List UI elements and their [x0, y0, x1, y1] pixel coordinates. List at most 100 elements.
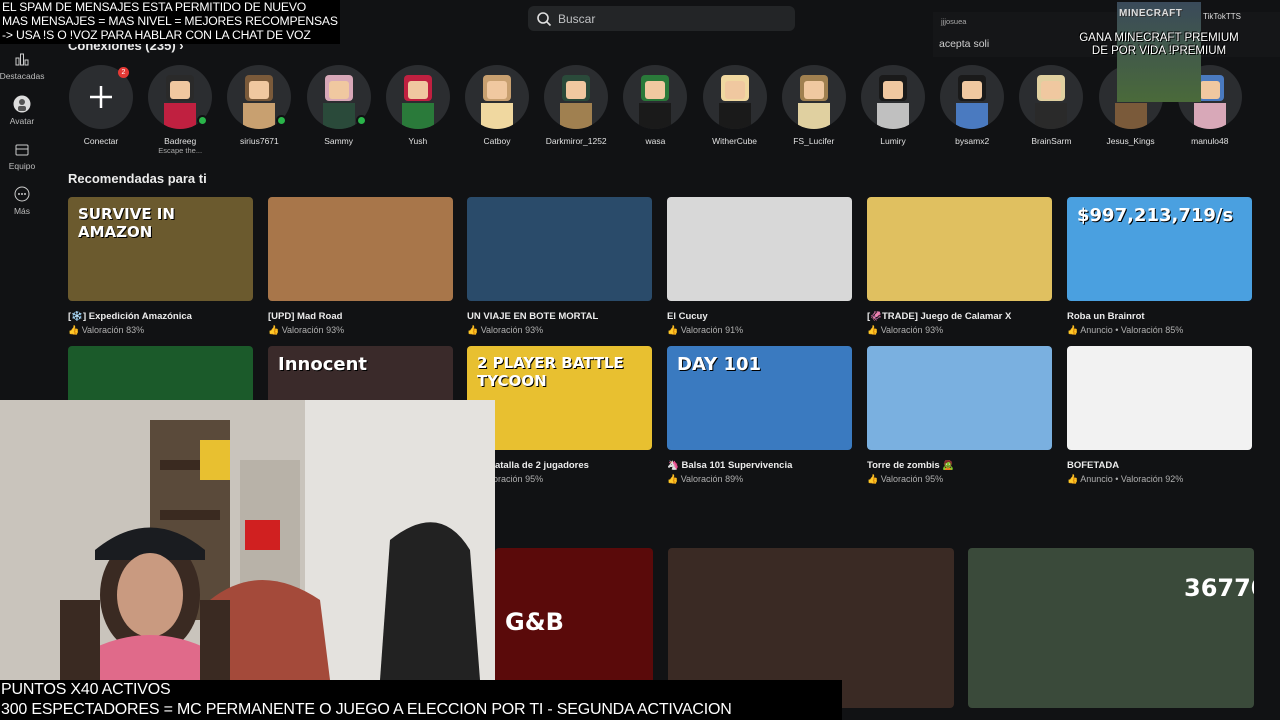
friend-avatar: [940, 65, 1005, 129]
friend-name: Sammy: [324, 136, 353, 146]
friend-item[interactable]: BrainSarm: [1016, 65, 1086, 146]
game-card[interactable]: SURVIVE IN AMAZON [❄️] Expedición Amazóni…: [68, 197, 253, 336]
avatar-icon: [13, 95, 31, 113]
game-rating: 👍 Valoración 93%: [268, 325, 345, 335]
game-title: UN VIAJE EN BOTE MORTAL: [467, 311, 599, 322]
overlay-line: PUNTOS X40 ACTIVOS: [1, 681, 171, 698]
game-rating: 👍 Anuncio • Valoración 92%: [1067, 474, 1184, 484]
game-title: [UPD] Mad Road: [268, 311, 343, 322]
sidebar-item-equipo[interactable]: Equipo: [0, 140, 44, 171]
thumbnail-text: G&B: [505, 608, 564, 636]
minecraft-ad-text: GANA MINECRAFT PREMIUM DE POR VIDA !PREM…: [1079, 32, 1239, 57]
game-title: [🦑TRADE] Juego de Calamar X: [867, 311, 1012, 322]
sidebar: Destacadas Avatar Equipo Más: [0, 50, 44, 230]
game-thumbnail[interactable]: 367700: [968, 548, 1254, 708]
friend-avatar: [385, 65, 450, 129]
game-card[interactable]: [🦑TRADE] Juego de Calamar X 👍 Valoración …: [867, 197, 1052, 336]
friend-item[interactable]: wasa: [620, 65, 690, 146]
friend-item[interactable]: FS_Lucifer: [779, 65, 849, 146]
game-card[interactable]: Torre de zombis 🧟 👍 Valoración 95%: [867, 346, 1052, 485]
friend-item[interactable]: Yush: [383, 65, 453, 146]
friend-item[interactable]: Darkmiror_1252: [541, 65, 611, 146]
inventory-icon: [13, 140, 31, 158]
thumbnail-text: DAY 101: [677, 354, 762, 375]
game-rating: 👍 Valoración 93%: [867, 325, 944, 335]
sidebar-item-label: Equipo: [8, 161, 36, 171]
friend-name: bysamx2: [955, 136, 990, 146]
game-card[interactable]: $997,213,719/s Roba un Brainrot 👍 Anuncio …: [1067, 197, 1252, 336]
chat-username: jjjosuea: [941, 17, 967, 26]
game-thumbnail: DAY 101: [667, 346, 852, 450]
game-card[interactable]: DAY 101 🦄 Balsa 101 Supervivencia 👍 Valora…: [667, 346, 852, 485]
game-rating: 👍 Anuncio • Valoración 85%: [1067, 325, 1184, 335]
game-thumbnail: [1067, 346, 1252, 450]
friend-status: Escape the...: [158, 146, 203, 155]
friend-avatar: [702, 65, 767, 129]
friend-item[interactable]: bysamx2: [937, 65, 1007, 146]
game-rating: 👍 Valoración 89%: [667, 474, 744, 484]
overlay-line: EL SPAM DE MENSAJES ESTA PERMITIDO DE NU…: [2, 0, 307, 14]
game-rating: 👍 Valoración 93%: [467, 325, 544, 335]
friend-item[interactable]: Sammy: [304, 65, 374, 146]
search-input[interactable]: Buscar: [528, 6, 795, 31]
overlay-line: -> USA !S O !VOZ PARA HABLAR CON LA CHAT…: [2, 28, 311, 42]
sidebar-item-label: Destacadas: [0, 71, 45, 81]
friend-avatar: [544, 65, 609, 129]
chat-message: acepta soli: [939, 38, 990, 50]
sidebar-item-destacadas[interactable]: Destacadas: [0, 50, 44, 81]
game-rating: 👍 Valoración 91%: [667, 325, 744, 335]
friends-row: 2 Conectar Badreeg Escape the... sirius767…: [66, 65, 1280, 160]
friend-item[interactable]: Lumiry: [858, 65, 928, 146]
chart-icon: [13, 50, 31, 68]
friend-item[interactable]: sirius7671: [224, 65, 294, 146]
friend-item[interactable]: Badreeg Escape the...: [145, 65, 215, 155]
webcam-feed: [0, 400, 495, 680]
game-title: BOFETADA: [1067, 460, 1120, 471]
friend-name: Yush: [408, 136, 428, 146]
online-indicator: [197, 115, 209, 126]
online-indicator: [276, 115, 288, 126]
game-card[interactable]: El Cucuy 👍 Valoración 91%: [667, 197, 852, 336]
friend-name: BrainSarm: [1031, 136, 1072, 146]
game-card[interactable]: BOFETADA 👍 Anuncio • Valoración 92%: [1067, 346, 1252, 485]
search-placeholder: Buscar: [558, 11, 596, 26]
game-card[interactable]: [UPD] Mad Road 👍 Valoración 93%: [268, 197, 453, 336]
game-thumbnail: [667, 197, 852, 301]
sidebar-item-avatar[interactable]: Avatar: [0, 95, 44, 126]
game-thumbnail: $997,213,719/s: [1067, 197, 1252, 301]
friend-item[interactable]: WitherCube: [700, 65, 770, 146]
friend-avatar: [1019, 65, 1084, 129]
friend-avatar: [623, 65, 688, 129]
notification-badge: 2: [118, 67, 129, 78]
search-icon: [537, 11, 552, 26]
thumbnail-text: 2 PLAYER BATTLE TYCOON: [477, 354, 624, 390]
friend-item[interactable]: Catboy: [462, 65, 532, 146]
friend-name: Lumiry: [880, 136, 906, 146]
minecraft-logo: MINECRAFT: [1119, 8, 1183, 19]
connect-button[interactable]: 2 Conectar: [66, 65, 136, 146]
sidebar-item-label: Más: [13, 206, 31, 216]
thumbnail-text: 367700: [1184, 574, 1254, 602]
friend-avatar: [781, 65, 846, 129]
sidebar-item-mas[interactable]: Más: [0, 185, 44, 216]
more-icon: [13, 185, 31, 203]
friend-name: Jesus_Kings: [1106, 136, 1155, 146]
game-thumbnail: [467, 197, 652, 301]
stream-overlay-top: EL SPAM DE MENSAJES ESTA PERMITIDO DE NU…: [0, 0, 340, 44]
friend-name: Badreeg: [164, 136, 197, 146]
game-card[interactable]: UN VIAJE EN BOTE MORTAL 👍 Valoración 93%: [467, 197, 652, 336]
game-thumbnail: SURVIVE IN AMAZON: [68, 197, 253, 301]
thumbnail-text: Innocent: [278, 354, 367, 375]
friend-avatar: [465, 65, 529, 129]
game-rating: 👍 Valoración 95%: [867, 474, 944, 484]
game-thumbnail: [867, 346, 1052, 450]
thumbnail-text: SURVIVE IN AMAZON: [78, 205, 175, 241]
roblox-home-stream: EL SPAM DE MENSAJES ESTA PERMITIDO DE NU…: [0, 0, 1280, 720]
recommended-title: Recomendadas para ti: [68, 171, 207, 186]
overlay-line: 300 ESPECTADORES = MC PERMANENTE O JUEGO…: [1, 701, 732, 718]
friend-name: WitherCube: [712, 136, 758, 146]
game-title: 🦄 Balsa 101 Supervivencia: [667, 460, 793, 471]
tiktok-tts-label: TikTokTTS: [1203, 12, 1241, 21]
friend-avatar: [861, 65, 925, 129]
friend-name: Conectar: [83, 136, 119, 146]
